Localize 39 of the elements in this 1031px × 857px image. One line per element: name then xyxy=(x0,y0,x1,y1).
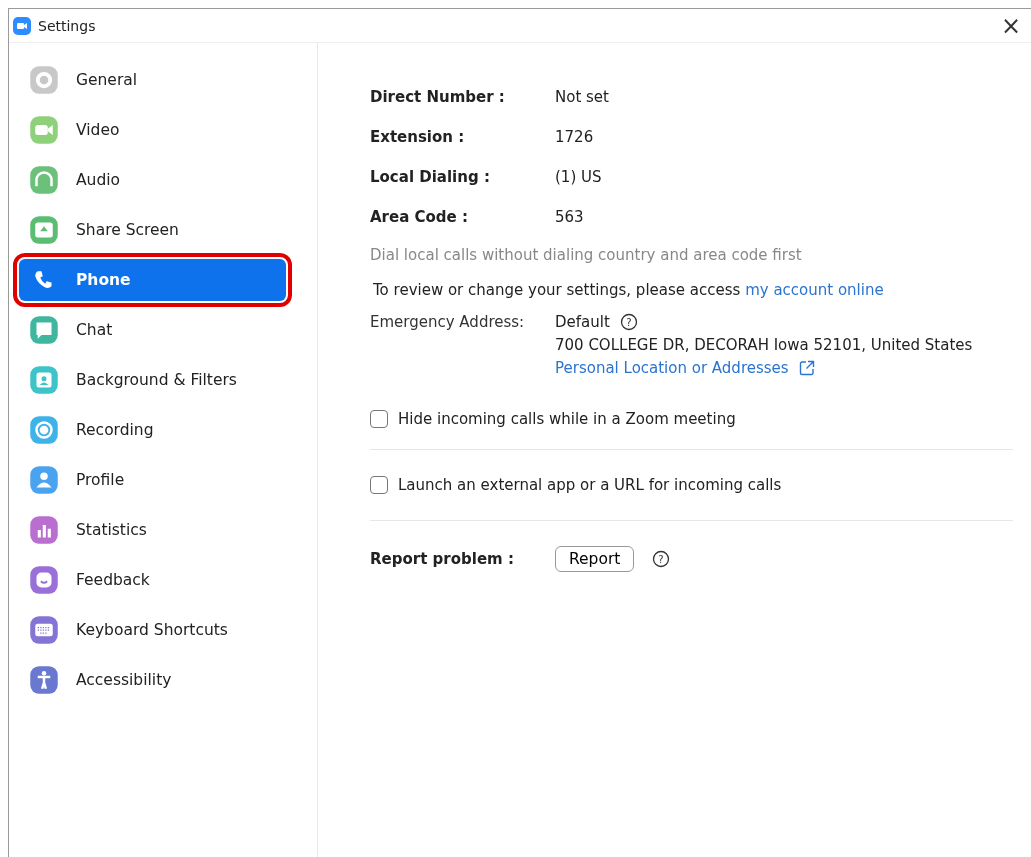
address-text: 700 COLLEGE DR, DECORAH Iowa 52101, United States xyxy=(555,336,973,354)
sidebar-item[interactable]: Accessibility xyxy=(19,655,286,705)
field-value: Not set xyxy=(555,88,609,106)
external-link-icon[interactable] xyxy=(798,360,815,376)
help-icon[interactable]: ? xyxy=(652,550,671,568)
field-label: Extension : xyxy=(370,128,466,146)
field-value: 563 xyxy=(555,208,584,226)
review-text: To review or change your settings, please access my account online xyxy=(373,281,884,299)
field-label: Local Dialing : xyxy=(370,168,491,186)
sidebar-item[interactable]: Video xyxy=(19,105,286,155)
hint-text: Dial local calls without dialing country and area code first xyxy=(370,246,802,264)
window-title: Settings xyxy=(38,17,97,34)
checkbox[interactable] xyxy=(370,410,388,428)
app-logo-icon xyxy=(13,16,31,35)
checkbox-label: Launch an external app or a URL for incoming calls xyxy=(398,476,782,494)
sidebar-item[interactable]: Share Screen xyxy=(19,205,286,255)
sidebar-item[interactable]: Feedback xyxy=(19,555,286,605)
checkbox-label: Hide incoming calls while in a Zoom meeting xyxy=(398,410,736,428)
sidebar-item[interactable]: Audio xyxy=(19,155,286,205)
locations-link[interactable]: Personal Location or Addresses xyxy=(555,359,789,377)
field-value: (1) US xyxy=(555,168,602,186)
sidebar-item[interactable]: Profile xyxy=(19,455,286,505)
sidebar-item[interactable]: Statistics xyxy=(19,505,286,555)
close-button[interactable]: × xyxy=(994,13,1027,38)
field-label: Direct Number : xyxy=(370,88,506,106)
field-value: 1726 xyxy=(555,128,594,146)
checkbox[interactable] xyxy=(370,476,388,494)
field-value: Default xyxy=(555,313,610,331)
sidebar-item[interactable]: Recording xyxy=(19,405,286,455)
field-label: Emergency Address: xyxy=(370,313,526,333)
sidebar-item[interactable]: Chat xyxy=(19,305,286,355)
sidebar-item[interactable]: General xyxy=(19,55,286,105)
field-label: Area Code : xyxy=(370,208,469,226)
account-link[interactable]: my account online xyxy=(745,281,884,299)
sidebar-item[interactable]: Background & Filters xyxy=(19,355,286,405)
help-icon[interactable]: ? xyxy=(619,313,638,331)
field-label: Report problem : xyxy=(370,550,515,568)
report-button[interactable]: Report xyxy=(555,546,635,572)
sidebar-item[interactable]: Keyboard Shortcuts xyxy=(19,605,286,655)
